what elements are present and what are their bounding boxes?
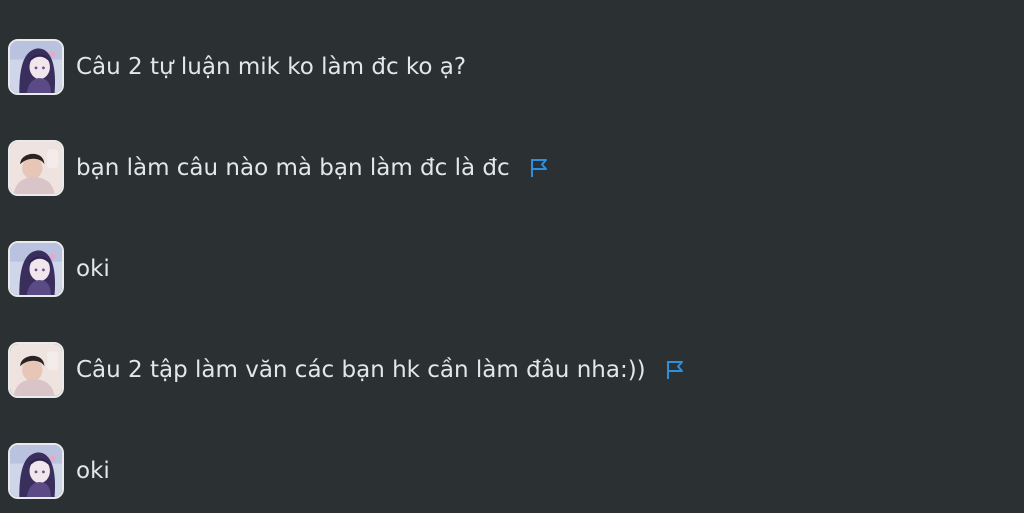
- chat-message: oki: [8, 441, 110, 501]
- report-flag-icon[interactable]: [664, 359, 686, 381]
- message-text: oki: [76, 256, 110, 282]
- boy-photo-avatar[interactable]: [8, 140, 64, 196]
- anime-girl-avatar[interactable]: [8, 443, 64, 499]
- message-text: Câu 2 tự luận mik ko làm đc ko ạ?: [76, 54, 467, 80]
- message-text: oki: [76, 458, 110, 484]
- anime-girl-avatar[interactable]: [8, 39, 64, 95]
- message-text: Câu 2 tập làm văn các bạn hk cần làm đâu…: [76, 357, 646, 383]
- report-flag-icon[interactable]: [528, 157, 550, 179]
- chat-message: Câu 2 tự luận mik ko làm đc ko ạ?: [8, 37, 466, 97]
- chat-message-list: Câu 2 tự luận mik ko làm đc ko ạ? bạn là…: [0, 0, 1024, 513]
- chat-message: Câu 2 tập làm văn các bạn hk cần làm đâu…: [8, 340, 686, 400]
- anime-girl-avatar[interactable]: [8, 241, 64, 297]
- chat-message: oki: [8, 239, 110, 299]
- boy-photo-avatar[interactable]: [8, 342, 64, 398]
- chat-message: bạn làm câu nào mà bạn làm đc là đc: [8, 138, 550, 198]
- message-text: bạn làm câu nào mà bạn làm đc là đc: [76, 155, 510, 181]
